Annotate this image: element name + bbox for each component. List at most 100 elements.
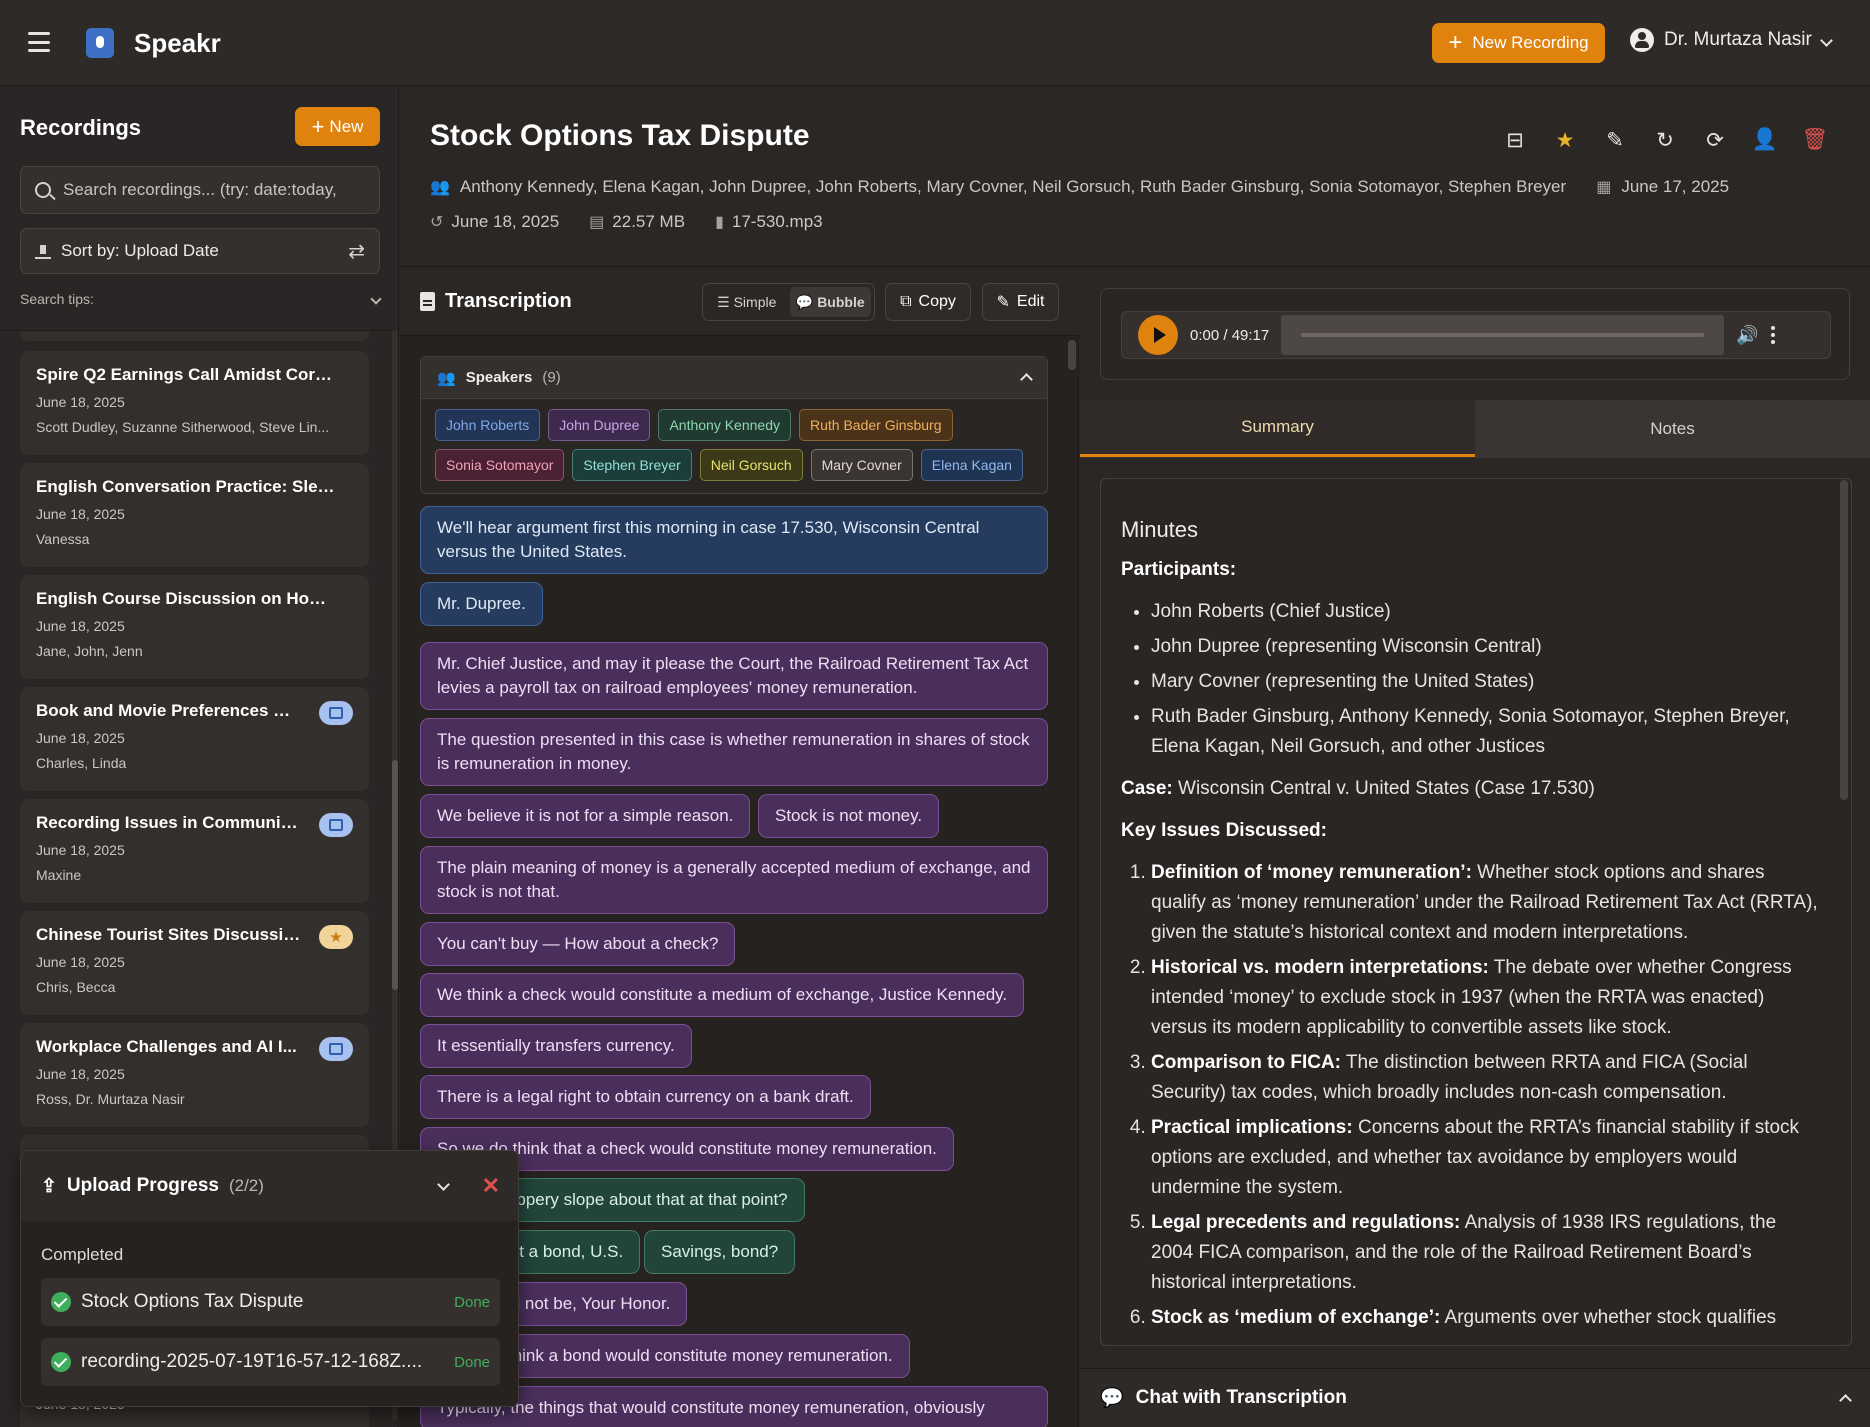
participant-item: Ruth Bader Ginsburg, Anthony Kennedy, So…: [1151, 702, 1821, 762]
search-input[interactable]: [63, 180, 353, 200]
speaker-tag[interactable]: John Dupree: [548, 409, 651, 441]
recording-card[interactable]: [20, 331, 369, 341]
transcript-scrollbar[interactable]: [1068, 340, 1076, 1420]
recording-title: Chinese Tourist Sites Discussion: [36, 925, 301, 944]
transcript-bubble: It essentially transfers currency.: [420, 1024, 692, 1068]
new-recording-button[interactable]: + New Recording: [1432, 23, 1605, 63]
recording-card[interactable]: Workplace Challenges and AI I... June 18…: [20, 1023, 369, 1127]
recording-file-meta: ↺ June 18, 2025 ▤ 22.57 MB ▮ 17-530.mp3: [430, 212, 823, 232]
user-edit-icon[interactable]: 👤: [1752, 127, 1778, 153]
calendar-icon: ▦: [1596, 179, 1612, 196]
recording-date: June 18, 2025: [36, 618, 125, 634]
recording-participants: Charles, Linda: [36, 755, 127, 771]
recording-card[interactable]: Spire Q2 Earnings Call Amidst Coron... J…: [20, 351, 369, 455]
recording-card[interactable]: Book and Movie Preferences Di... June 18…: [20, 687, 369, 791]
chevron-down-icon[interactable]: [436, 1177, 450, 1191]
transcript-bubble: We'll hear argument first this morning i…: [420, 506, 1048, 574]
issues-heading: Key Issues Discussed:: [1121, 820, 1327, 841]
issues-list: Definition of ‘money remuneration’: Whet…: [1151, 858, 1821, 1333]
trash-icon[interactable]: 🗑: [1802, 127, 1829, 153]
inbox-badge: [319, 813, 353, 837]
star-icon[interactable]: ★: [1552, 127, 1578, 153]
chevron-down-icon: [370, 293, 382, 305]
menu-icon[interactable]: [28, 32, 50, 52]
speakers-panel: 👥 Speakers (9) John Roberts John Dupree An…: [420, 356, 1048, 494]
play-icon[interactable]: [1138, 315, 1178, 355]
sort-button[interactable]: Sort by: Upload Date ⇄: [20, 228, 380, 274]
edit-icon[interactable]: ✎: [1602, 127, 1628, 153]
copy-button[interactable]: ⧉ Copy: [885, 283, 971, 321]
speaker-tag[interactable]: Ruth Bader Ginsburg: [798, 409, 953, 441]
transcript-bubble: Stock is not money.: [758, 794, 940, 838]
upload-item-status: Done: [454, 1353, 490, 1371]
case-text: Wisconsin Central v. United States (Case…: [1172, 778, 1595, 799]
refresh-icon[interactable]: ⟳: [1702, 127, 1728, 153]
users-icon: 👥: [430, 179, 450, 196]
copy-icon: ⧉: [900, 293, 912, 310]
speaker-tag[interactable]: Elena Kagan: [920, 449, 1023, 481]
search-tips-toggle[interactable]: Search tips:: [20, 291, 382, 307]
bubble-view-button[interactable]: 💬 Bubble: [789, 287, 871, 317]
simple-view-button[interactable]: ☰ Simple: [706, 287, 788, 317]
new-button[interactable]: + New: [295, 107, 380, 146]
recording-card[interactable]: Chinese Tourist Sites Discussion June 18…: [20, 911, 369, 1015]
user-circle-icon: [1630, 28, 1654, 52]
speakers-label: Speakers: [465, 369, 533, 386]
upload-progress-header: ⇪ Upload Progress (2/2) ✕: [21, 1151, 518, 1221]
speaker-tag[interactable]: Sonia Sotomayor: [435, 449, 565, 481]
bubble-label: Bubble: [817, 294, 865, 310]
recording-card[interactable]: English Course Discussion on Hobbie... J…: [20, 575, 369, 679]
speaker-tag[interactable]: Stephen Breyer: [572, 449, 692, 481]
seek-bar[interactable]: [1281, 315, 1725, 355]
recording-participants: Ross, Dr. Murtaza Nasir: [36, 1091, 185, 1107]
list-icon: ☰: [717, 293, 734, 310]
issue-item: Definition of ‘money remuneration’: Whet…: [1151, 858, 1821, 948]
transcription-title: Transcription: [420, 290, 572, 313]
transcript-bubble: You can't buy — How about a check?: [420, 922, 736, 966]
upload-item-name: Stock Options Tax Dispute: [81, 1291, 304, 1312]
more-options-icon[interactable]: [1770, 326, 1775, 344]
recording-participants: Chris, Becca: [36, 979, 116, 995]
recording-title: Book and Movie Preferences Di...: [36, 701, 301, 720]
chevron-up-icon[interactable]: [1020, 373, 1033, 386]
upload-icon: [35, 243, 51, 259]
speaker-tag[interactable]: Neil Gorsuch: [699, 449, 803, 481]
recording-title: English Course Discussion on Hobbie...: [36, 589, 336, 608]
upload-item: Stock Options Tax Dispute Done: [41, 1278, 500, 1326]
recording-date: June 18, 2025: [36, 394, 125, 410]
summary-scrollbar[interactable]: [1840, 480, 1848, 800]
recording-card[interactable]: Recording Issues in Communic... June 18,…: [20, 799, 369, 903]
inbox-icon[interactable]: ⊟: [1502, 127, 1528, 153]
speaker-tag[interactable]: Anthony Kennedy: [658, 409, 791, 441]
transcript-bubble: Savings, bond?: [644, 1230, 796, 1274]
speaker-tag[interactable]: Mary Covner: [810, 449, 913, 481]
issue-item: Legal precedents and regulations: Analys…: [1151, 1208, 1821, 1298]
tab-notes[interactable]: Notes: [1475, 400, 1870, 457]
issue-heading: Stock as ‘medium of exchange’:: [1151, 1307, 1441, 1328]
recording-title: Spire Q2 Earnings Call Amidst Coron...: [36, 365, 336, 384]
volume-icon[interactable]: 🔊: [1736, 325, 1758, 346]
simple-label: Simple: [733, 294, 777, 310]
redo-icon[interactable]: ↻: [1652, 127, 1678, 153]
summary-heading: Minutes: [1121, 517, 1199, 542]
case-label: Case:: [1121, 778, 1173, 799]
upload-date: June 18, 2025: [451, 212, 560, 231]
participants-heading: Participants:: [1121, 559, 1237, 580]
swap-icon[interactable]: ⇄: [348, 239, 365, 264]
chat-bar[interactable]: 💬 Chat with Transcription: [1080, 1368, 1870, 1427]
chat-label: Chat with Transcription: [1135, 1387, 1347, 1408]
edit-button[interactable]: ✎ Edit: [982, 283, 1059, 321]
app-name: Speakr: [134, 28, 221, 58]
participants-text: Anthony Kennedy, Elena Kagan, John Dupre…: [459, 177, 1567, 196]
issue-heading: Definition of ‘money remuneration’:: [1151, 862, 1472, 883]
tab-summary[interactable]: Summary: [1080, 400, 1475, 457]
recording-card[interactable]: English Conversation Practice: Sleep-...…: [20, 463, 369, 567]
star-icon: ★: [319, 925, 353, 949]
close-icon[interactable]: ✕: [482, 1173, 500, 1199]
case-line: Case: Wisconsin Central v. United States…: [1121, 774, 1821, 804]
playback-time: 0:00 / 49:17: [1190, 326, 1270, 344]
speaker-tag[interactable]: John Roberts: [435, 409, 541, 441]
speakers-header[interactable]: 👥 Speakers (9): [421, 357, 1047, 399]
user-menu[interactable]: Dr. Murtaza Nasir: [1630, 28, 1833, 52]
chevron-up-icon[interactable]: [1839, 1393, 1852, 1407]
